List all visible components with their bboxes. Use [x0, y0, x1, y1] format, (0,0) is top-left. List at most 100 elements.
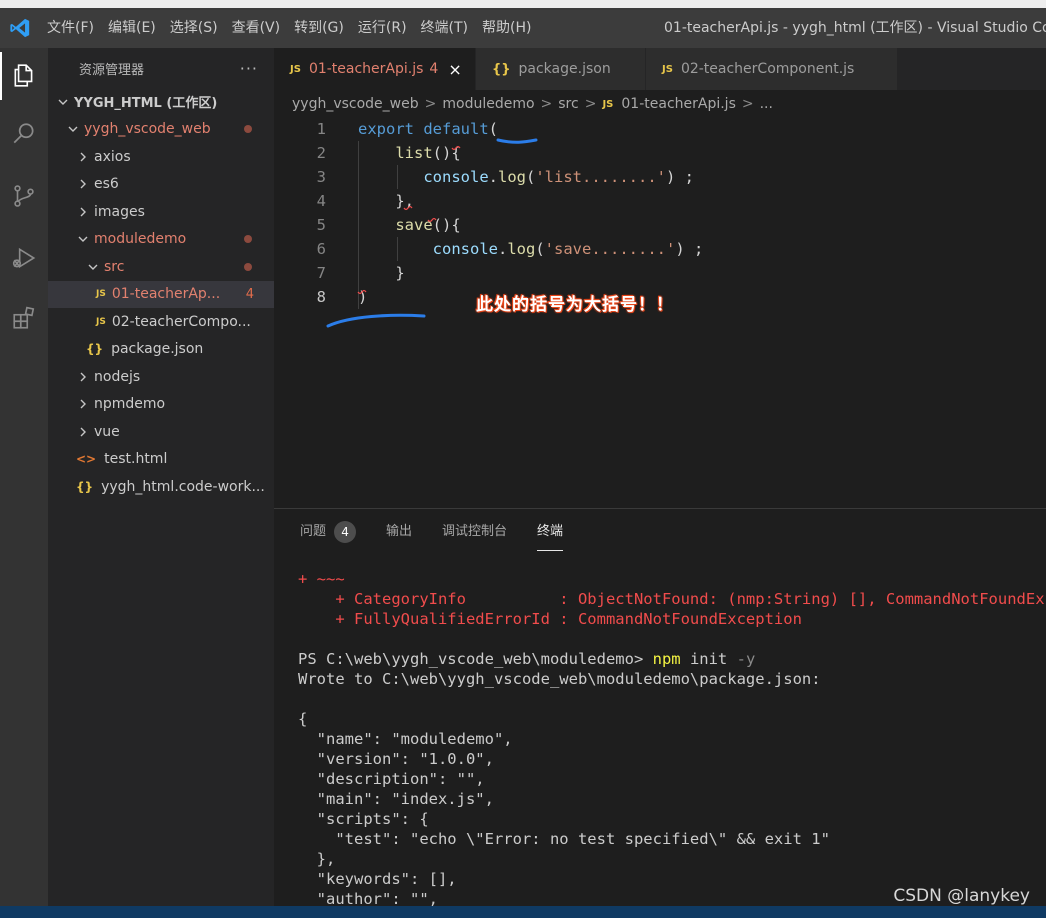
chevron-right-icon	[76, 206, 90, 218]
breadcrumb-item[interactable]: ...	[760, 96, 773, 112]
source-control-icon[interactable]	[0, 172, 48, 220]
modified-dot-icon	[244, 125, 252, 134]
js-file-icon: JS	[602, 98, 614, 110]
breadcrumb-item[interactable]: src	[558, 96, 578, 112]
chevron-down-icon	[66, 123, 80, 135]
menu-item[interactable]: 终端(T)	[414, 8, 475, 48]
panel-tab[interactable]: 输出	[386, 509, 412, 555]
html-file-icon: <>	[76, 452, 97, 467]
tree-item[interactable]: <> test.html	[48, 446, 274, 474]
panel-tab-label: 问题	[300, 524, 327, 539]
menu-item[interactable]: 查看(V)	[225, 8, 288, 48]
tab-label: package.json	[518, 61, 611, 77]
terminal-output[interactable]: + ~~~ + CategoryInfo : ObjectNotFound: (…	[298, 569, 1046, 906]
tree-item[interactable]: images	[48, 198, 274, 226]
workspace-root[interactable]: YYGH_HTML (工作区)	[48, 88, 274, 116]
terminal-line: "version": "1.0.0",	[298, 750, 494, 768]
tree-item-label: src	[104, 258, 125, 275]
terminal-flag: -y	[736, 650, 756, 668]
problem-count: 4	[245, 286, 254, 302]
panel-tab[interactable]: 问题 4	[300, 509, 357, 555]
menu-item[interactable]: 运行(R)	[351, 8, 414, 48]
terminal-line: + FullyQualifiedErrorId : CommandNotFoun…	[298, 610, 802, 628]
workspace-label: YYGH_HTML (工作区)	[74, 96, 218, 112]
search-icon[interactable]	[0, 110, 48, 158]
tree-item-label: 01-teacherAp...	[111, 286, 221, 303]
breadcrumb-item[interactable]: moduledemo	[442, 96, 534, 112]
extensions-icon[interactable]	[0, 294, 48, 342]
status-bar	[0, 906, 1046, 918]
json-file-icon: {}	[76, 479, 94, 494]
tree-item[interactable]: {} yygh_html.code-work...	[48, 473, 274, 501]
json-file-icon: {}	[492, 61, 511, 77]
tab-1[interactable]: JS 01-teacherApi.js 4 ×	[274, 48, 476, 90]
menu-item[interactable]: 编辑(E)	[101, 8, 163, 48]
terminal-line: {	[298, 710, 308, 728]
terminal-line: + CategoryInfo : ObjectNotFound: (nmp:St…	[298, 590, 1046, 608]
tree-item-label: es6	[94, 176, 119, 193]
tree-item-label: moduledemo	[94, 231, 187, 248]
panel-tab[interactable]: 终端	[537, 509, 564, 555]
tree-item[interactable]: npmdemo	[48, 391, 274, 419]
watermark: CSDN @lanykey	[893, 886, 1030, 906]
menu-item[interactable]: 文件(F)	[40, 8, 101, 48]
breadcrumb-item[interactable]: yygh_vscode_web	[292, 96, 419, 112]
breadcrumb-item[interactable]: 01-teacherApi.js	[621, 96, 735, 112]
tab-label: 01-teacherApi.js	[308, 61, 424, 77]
menu-item[interactable]: 选择(S)	[163, 8, 225, 48]
tab-label: 02-teacherComponent.js	[680, 61, 855, 77]
explorer-sidebar: 资源管理器 ··· YYGH_HTML (工作区) yygh_vscode_we…	[48, 48, 274, 906]
line-number: 4	[316, 192, 326, 210]
tree-item[interactable]: axios	[48, 143, 274, 171]
menu-item[interactable]: 转到(G)	[287, 8, 351, 48]
terminal-line: "test": "echo \"Error: no test specified…	[298, 830, 830, 848]
tree-item[interactable]: nodejs	[48, 363, 274, 391]
terminal-line: },	[298, 850, 336, 868]
js-file-icon: JS	[96, 316, 106, 327]
chevron-right-icon	[76, 371, 90, 383]
title-bar: 文件(F) 编辑(E) 选择(S) 查看(V) 转到(G) 运行(R) 终端(T) 帮助(H)…	[0, 0, 1046, 48]
problems-badge: 4	[334, 521, 357, 543]
tree-item[interactable]: moduledemo	[48, 226, 274, 254]
file-tree: yygh_vscode_webaxios es6 images moduledemo s…	[48, 116, 274, 501]
tree-item-label: nodejs	[94, 368, 141, 385]
tree-item[interactable]: yygh_vscode_web	[48, 116, 274, 144]
tree-item[interactable]: {} package.json	[48, 336, 274, 364]
tree-item[interactable]: es6	[48, 171, 274, 199]
tab-2[interactable]: {} package.json	[476, 48, 646, 90]
terminal-line: "main": "index.js",	[298, 790, 494, 808]
menu-item[interactable]: 帮助(H)	[475, 8, 538, 48]
tree-item[interactable]: JS 02-teacherCompo...	[48, 308, 274, 336]
tree-item[interactable]: src	[48, 253, 274, 281]
activity-bar	[0, 48, 48, 906]
js-file-icon: JS	[290, 63, 301, 75]
chevron-right-icon: >	[540, 96, 553, 112]
vscode-logo-icon	[0, 8, 40, 48]
explorer-icon[interactable]	[0, 52, 48, 100]
run-debug-icon[interactable]	[0, 234, 48, 282]
more-actions-icon[interactable]: ···	[240, 59, 258, 78]
panel-tab[interactable]: 调试控制台	[442, 509, 507, 555]
line-number: 8	[316, 288, 326, 306]
tree-item-label: yygh_vscode_web	[84, 121, 211, 138]
close-icon[interactable]: ×	[448, 60, 461, 79]
chevron-right-icon	[76, 426, 90, 438]
annotation-note: 此处的括号为大括号！！	[476, 295, 674, 315]
tree-item-label: images	[94, 203, 145, 220]
tab-3[interactable]: JS 02-teacherComponent.js	[646, 48, 898, 90]
terminal-line: PS C:\web\yygh_vscode_web\moduledemo> np…	[298, 650, 756, 668]
chevron-right-icon	[76, 151, 90, 163]
terminal-line: + ~~~	[298, 570, 345, 588]
js-file-icon: JS	[662, 63, 673, 75]
terminal-command: npm	[652, 650, 681, 668]
panel-tab-label: 调试控制台	[442, 524, 508, 539]
panel-tab-label: 终端	[537, 524, 564, 539]
tree-item-label: test.html	[104, 451, 168, 468]
tree-item[interactable]: vue	[48, 418, 274, 446]
chevron-right-icon	[76, 398, 90, 410]
tree-item[interactable]: JS 01-teacherAp... 4	[48, 280, 274, 308]
tree-item-label: package.json	[111, 341, 204, 358]
tree-item-label: vue	[94, 423, 120, 440]
